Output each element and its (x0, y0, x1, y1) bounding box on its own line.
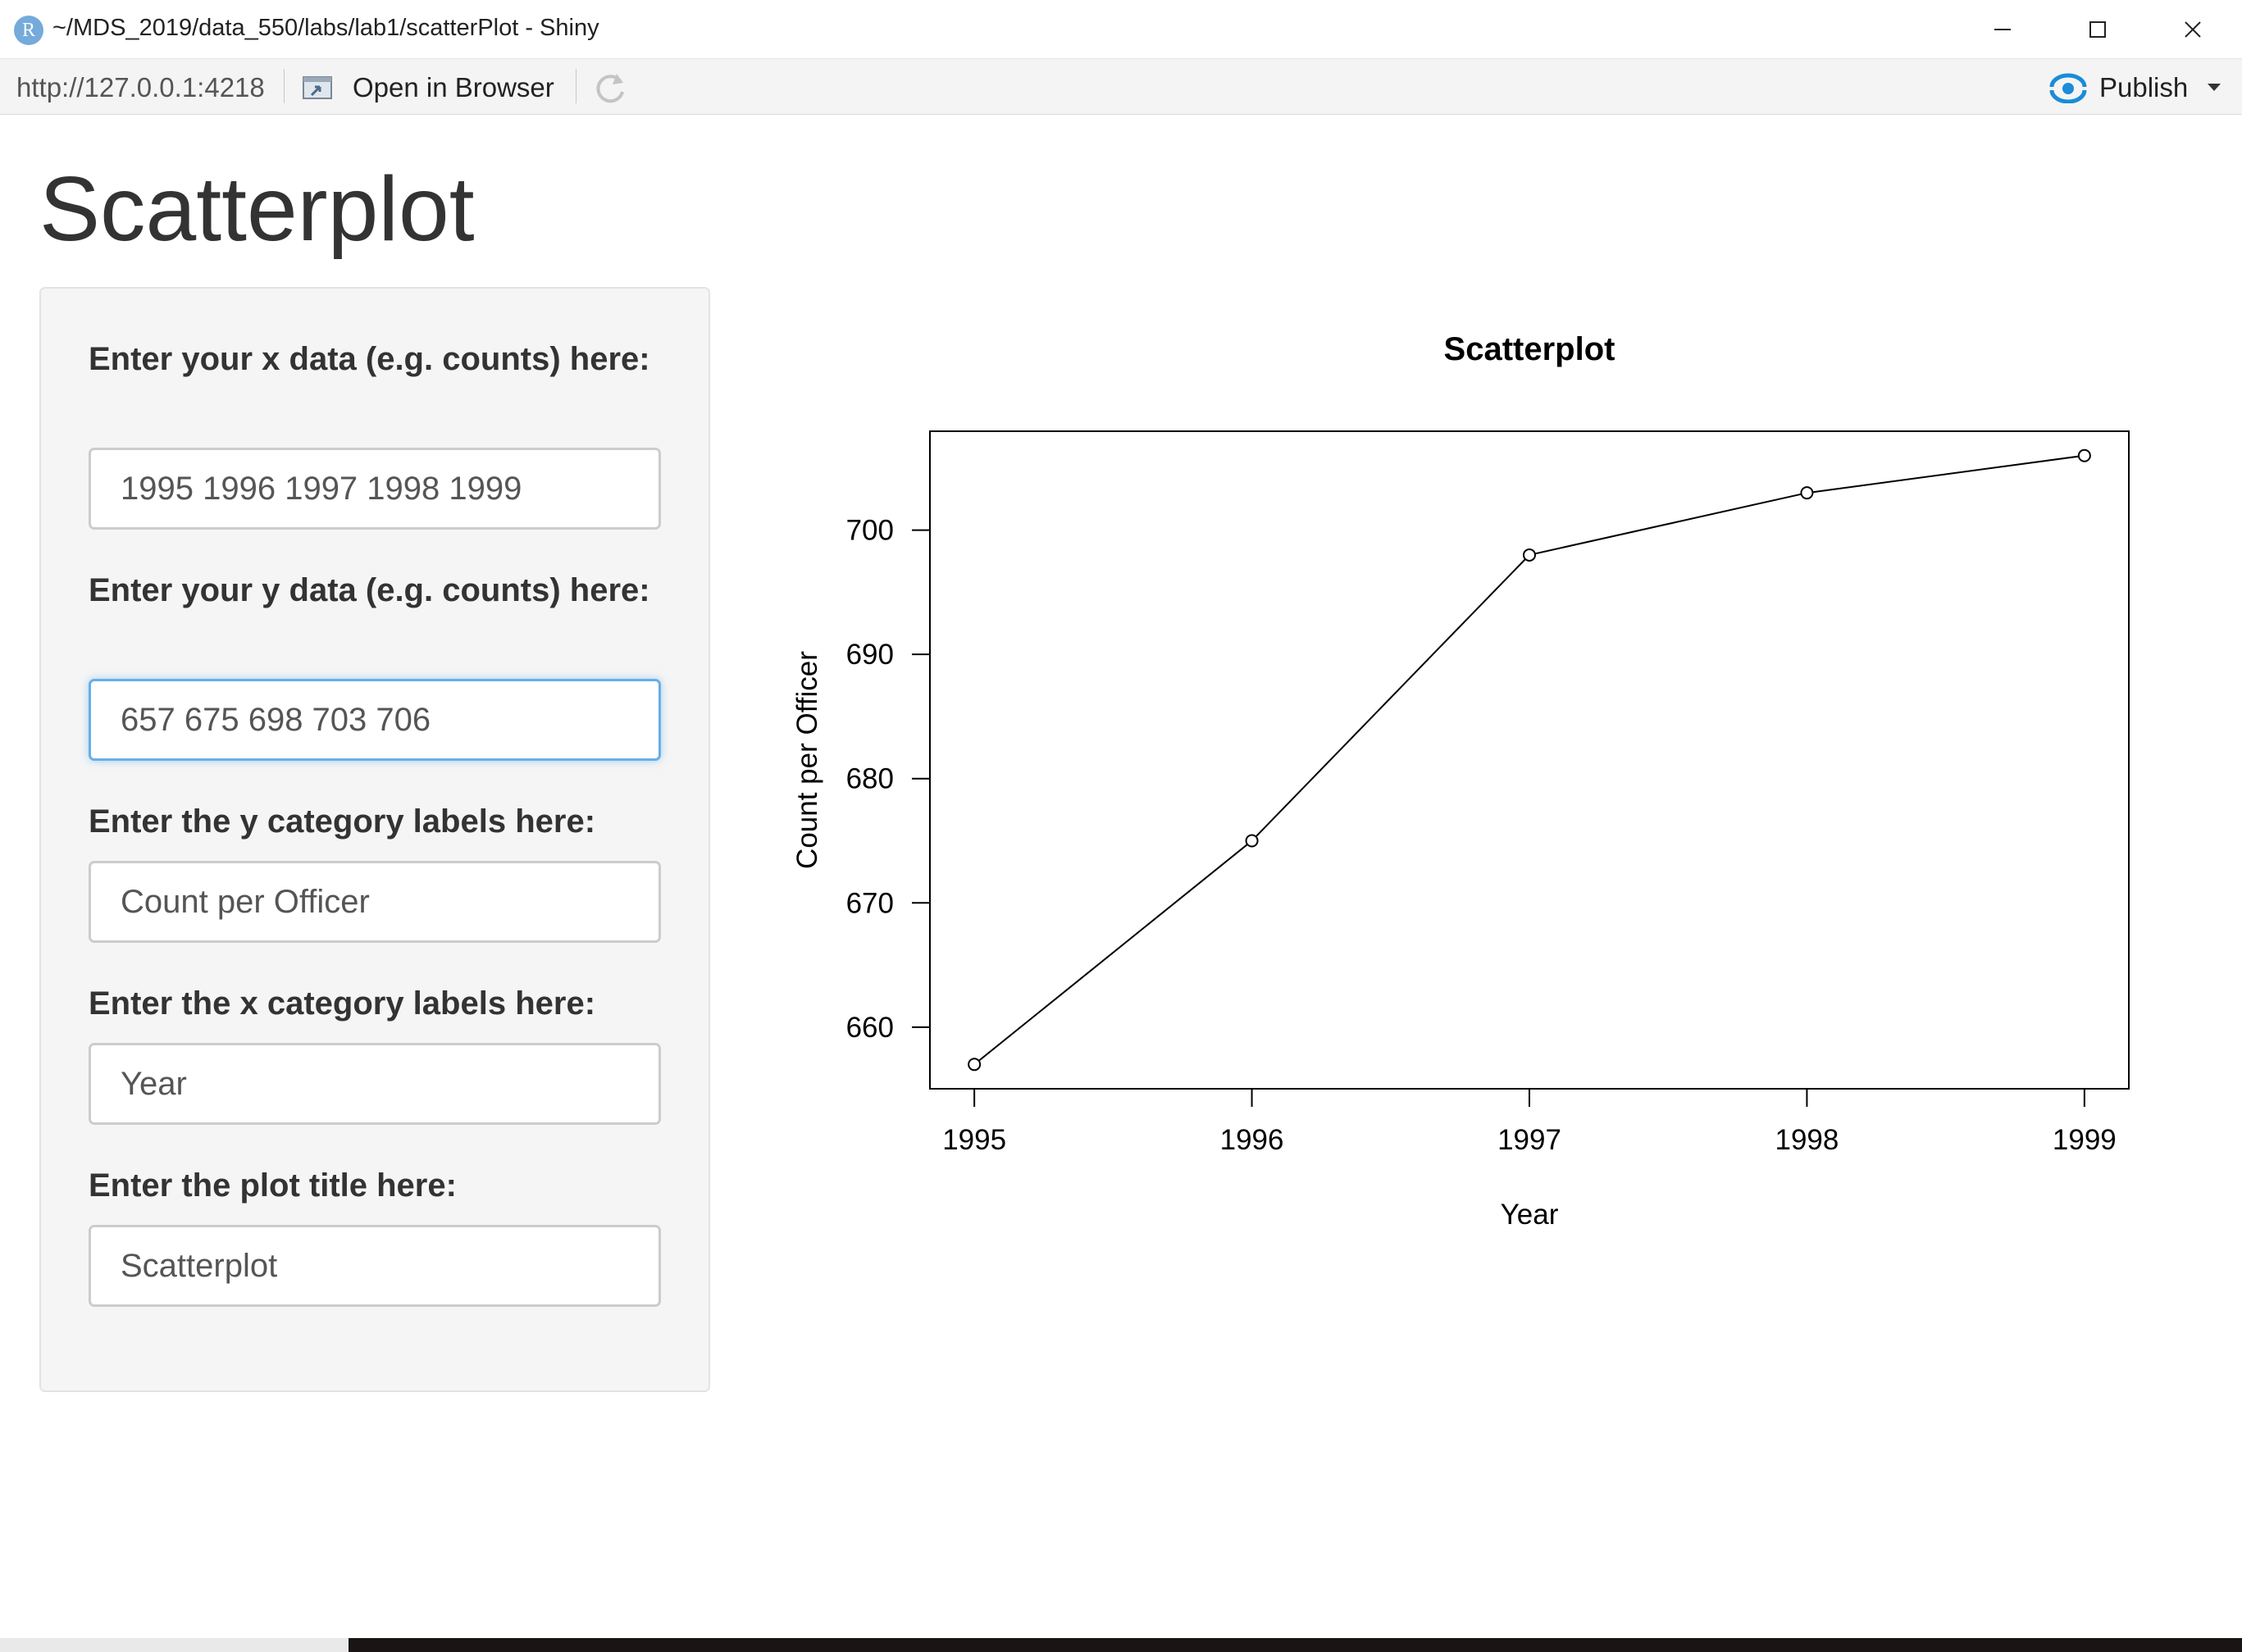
open-in-browser-label: Open in Browser (353, 72, 554, 102)
close-button[interactable] (2145, 0, 2240, 59)
plot-frame (929, 430, 2130, 1090)
publish-icon (2049, 73, 2087, 103)
chart-title: Scatterplot (1444, 331, 1615, 367)
x-axis-label: Year (1501, 1199, 1559, 1231)
data-point (968, 1058, 982, 1072)
x-axis: 1995 1996 1997 1998 1999 (942, 1089, 2117, 1156)
data-point (1523, 548, 1536, 562)
y-label-input[interactable] (89, 861, 661, 943)
y-tick-label: 660 (846, 1012, 894, 1044)
minimize-button[interactable] (1955, 0, 2050, 59)
input-panel: Enter your x data (e.g. counts) here: En… (39, 287, 710, 1392)
y-tick-label: 700 (846, 515, 894, 547)
x-tick-label: 1996 (1220, 1124, 1284, 1156)
page-title: Scatterplot (39, 158, 475, 260)
window-title: ~/MDS_2019/data_550/labs/lab1/scatterPlo… (52, 15, 599, 41)
refresh-icon[interactable] (592, 71, 628, 105)
chevron-down-icon[interactable] (2208, 84, 2221, 92)
minimize-icon (1994, 29, 2011, 30)
y-label-field-label: Enter the y category labels here: (89, 803, 596, 840)
maximize-button[interactable] (2050, 0, 2145, 59)
taskbar-strip (0, 1638, 2242, 1652)
x-label-field-label: Enter the x category labels here: (89, 985, 596, 1022)
viewer-toolbar: http://127.0.0.1:4218 Open in Browser Pu… (0, 59, 2242, 115)
data-series (968, 448, 2091, 1072)
x-tick-label: 1998 (1775, 1124, 1839, 1156)
x-data-label: Enter your x data (e.g. counts) here: (89, 341, 650, 377)
r-logo-icon: R (14, 16, 43, 45)
y-tick-label: 690 (846, 639, 894, 671)
y-data-input[interactable] (89, 679, 661, 761)
close-icon (2185, 21, 2201, 38)
x-tick-label: 1995 (942, 1124, 1006, 1156)
taskbar (349, 1638, 2242, 1652)
y-axis-label: Count per Officer (791, 651, 823, 869)
data-point (1800, 486, 1814, 500)
maximize-icon (2089, 21, 2106, 38)
plot-title-field-label: Enter the plot title here: (89, 1167, 457, 1204)
data-point (1245, 834, 1259, 848)
plot-title-input[interactable] (89, 1225, 661, 1307)
scatterplot-chart: Scatterplot 1995 1996 1997 1998 1999 6606706… (791, 331, 2130, 1231)
publish-label: Publish (2099, 72, 2189, 102)
toolbar-separator (284, 69, 285, 103)
x-label-input[interactable] (89, 1043, 661, 1125)
y-tick-label: 670 (846, 887, 894, 919)
x-tick-label: 1999 (2053, 1124, 2117, 1156)
open-in-browser-icon (303, 76, 332, 99)
y-tick-label: 680 (846, 763, 894, 795)
publish-button[interactable]: Publish (2047, 67, 2227, 105)
url-display: http://127.0.0.1:4218 (16, 72, 265, 102)
x-data-input[interactable] (89, 448, 661, 530)
y-data-label: Enter your y data (e.g. counts) here: (89, 572, 650, 608)
data-point (2077, 448, 2091, 462)
x-tick-label: 1997 (1497, 1124, 1561, 1156)
window-title-bar: R ~/MDS_2019/data_550/labs/lab1/scatterP… (0, 0, 2242, 59)
y-axis: 660 670 680 690 700 (846, 515, 930, 1044)
series-line (973, 454, 2085, 1066)
